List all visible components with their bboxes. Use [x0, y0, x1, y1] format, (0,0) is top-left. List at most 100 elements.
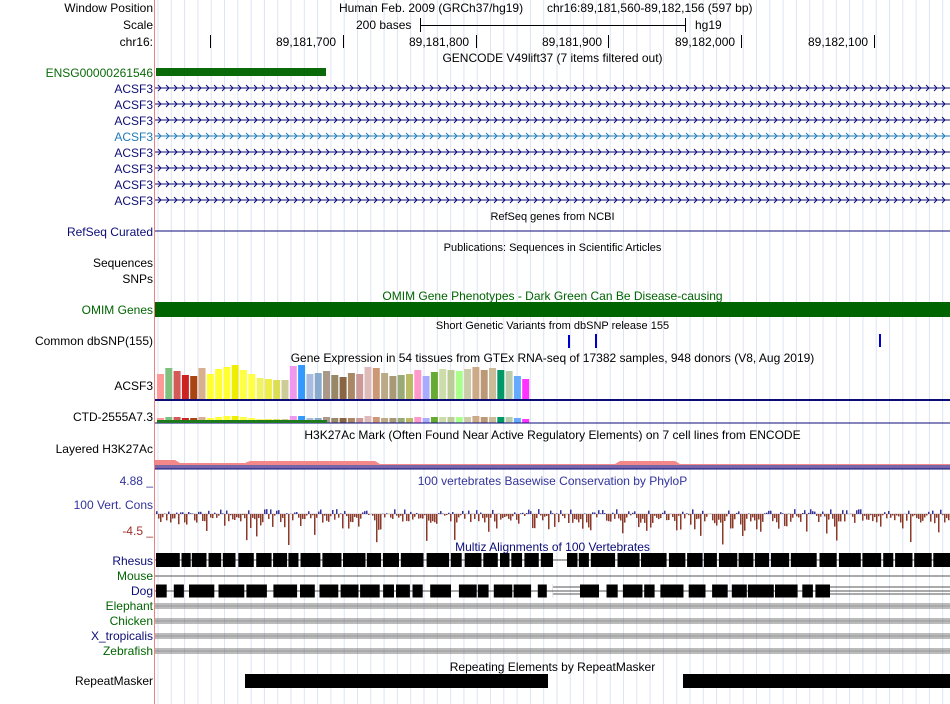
phylop-bar	[490, 514, 492, 518]
phylop-bar	[396, 514, 398, 516]
phylop-bar	[538, 509, 540, 514]
alignment-block	[288, 553, 299, 567]
species-label-chicken[interactable]: Chicken	[110, 614, 153, 628]
gencode-item-label[interactable]: ACSF3	[114, 178, 153, 192]
phylop-bar	[642, 514, 644, 519]
phylop-bar	[666, 514, 668, 521]
phylop-bar	[598, 510, 600, 514]
phylop-bar	[298, 514, 300, 518]
alignment-block	[181, 553, 191, 567]
gtex-bar	[497, 417, 505, 423]
phylop-bar	[554, 514, 556, 527]
phylop-bar	[180, 512, 182, 514]
phylop-bar	[418, 514, 420, 519]
h3k27ac-track-label[interactable]: Layered H3K27Ac	[56, 442, 153, 456]
phylop-bar	[434, 514, 436, 523]
chrom-label: chr16:	[119, 35, 153, 49]
alignment-block	[246, 584, 267, 598]
gtex-bar	[505, 371, 513, 400]
gencode-item-label[interactable]: ACSF3	[114, 194, 153, 208]
publications-snps-label[interactable]: SNPs	[122, 272, 153, 286]
phylop-bar	[644, 514, 646, 523]
gencode-item-label[interactable]: ACSF3	[114, 130, 153, 144]
gencode-item-label[interactable]: ACSF3	[114, 146, 153, 160]
phylop-bar	[912, 514, 914, 517]
alignment-block	[622, 584, 643, 598]
phylop-bar	[684, 514, 686, 519]
phylop-bar	[678, 514, 680, 516]
phylop-bar	[158, 514, 160, 519]
phylop-bar	[778, 514, 780, 529]
phylop-bar	[336, 509, 338, 514]
alignment-block	[300, 584, 315, 598]
phylop-bar	[822, 511, 824, 514]
phylop-bar	[776, 514, 778, 523]
phylop-bar	[686, 513, 688, 514]
species-label-dog[interactable]: Dog	[131, 584, 153, 598]
phylop-bar	[276, 510, 278, 514]
phylop-bar	[854, 514, 856, 523]
species-label-zebrafish[interactable]: Zebrafish	[103, 644, 153, 658]
phylop-bar	[324, 514, 326, 516]
gencode-item-label[interactable]: ENSG00000261546	[46, 66, 153, 80]
gencode-item-label[interactable]: ACSF3	[114, 82, 153, 96]
phylop-bar	[358, 514, 360, 527]
gtex-bar	[489, 368, 496, 400]
phylop-bar	[316, 514, 318, 518]
species-label-x-tropicalis[interactable]: X_tropicalis	[91, 629, 153, 643]
phylop-bar	[592, 512, 594, 514]
species-label-mouse[interactable]: Mouse	[117, 569, 153, 583]
phylop-bar	[574, 514, 576, 519]
refseq-track-label[interactable]: RefSeq Curated	[67, 225, 153, 239]
gtex-gene-label[interactable]: ACSF3	[114, 379, 153, 393]
gencode-item-label[interactable]: ACSF3	[114, 98, 153, 112]
phylop-bar	[516, 514, 518, 520]
phylop-bar	[182, 512, 184, 514]
phylop-bar	[524, 514, 526, 516]
phylop-bar	[230, 514, 232, 516]
phylop-bar	[762, 514, 764, 522]
phylop-bar	[886, 514, 888, 519]
publications-sequences-label[interactable]: Sequences	[93, 256, 153, 270]
gtex-bar	[381, 418, 389, 423]
alignment-block	[790, 553, 817, 567]
snp-mark	[595, 334, 597, 348]
phylop-track-label[interactable]: 100 Vert. Cons	[74, 498, 153, 512]
phylop-bar	[272, 514, 274, 527]
phylop-bar	[774, 514, 776, 519]
alignment-block	[815, 584, 830, 598]
omim-track-label[interactable]: OMIM Genes	[82, 303, 153, 317]
phylop-bar	[228, 514, 230, 522]
phylop-bar	[768, 510, 770, 514]
species-label-rhesus[interactable]: Rhesus	[112, 554, 153, 568]
gtex-gene-label[interactable]: CTD-2555A7.3	[73, 410, 153, 424]
species-label-elephant[interactable]: Elephant	[106, 599, 153, 613]
dbsnp-track-label[interactable]: Common dbSNP(155)	[35, 334, 153, 348]
gencode-item-label[interactable]: ACSF3	[114, 114, 153, 128]
phylop-bar	[588, 514, 590, 528]
phylop-bar	[634, 511, 636, 514]
phylop-bar	[880, 514, 882, 527]
alignment-block	[513, 584, 532, 598]
phylop-bar	[800, 514, 802, 522]
phylop-bar	[320, 509, 322, 514]
phylop-bar	[394, 509, 396, 514]
phylop-bar	[920, 514, 922, 523]
phylop-bar	[226, 510, 228, 514]
phylop-bar	[350, 514, 352, 522]
phylop-bar	[166, 514, 168, 521]
alignment-block	[754, 553, 770, 567]
phylop-bar	[256, 514, 258, 537]
gencode-item-label[interactable]: ACSF3	[114, 162, 153, 176]
phylop-bar	[334, 514, 336, 520]
window-position-label: Window Position	[64, 1, 153, 15]
phylop-bar	[900, 514, 902, 523]
phylop-bar	[852, 514, 854, 517]
gtex-bar	[414, 417, 422, 423]
phylop-bar	[258, 514, 260, 519]
repeatmasker-track-label[interactable]: RepeatMasker	[75, 674, 153, 688]
phylop-bar	[720, 514, 722, 523]
phylop-bar	[796, 514, 798, 517]
alignment-block	[668, 553, 686, 567]
gtex-bar	[430, 417, 438, 423]
